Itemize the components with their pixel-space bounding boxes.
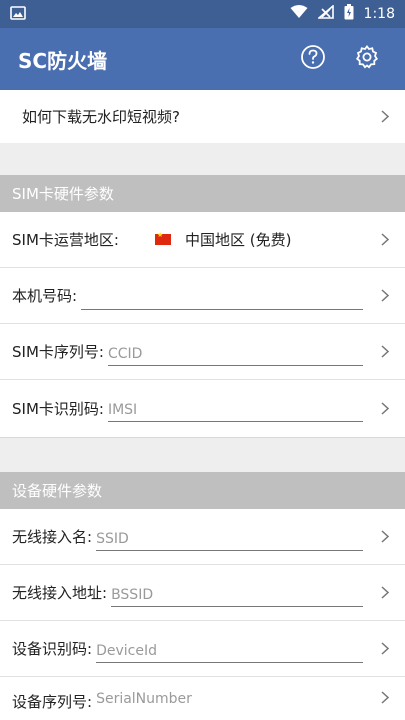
serial-label: 设备序列号: [12,693,93,711]
imsi-input[interactable]: IMSI [107,394,363,422]
app-title: SC防火墙 [18,48,108,73]
settings-button[interactable] [347,39,387,79]
settings-icon [354,44,380,74]
image-icon [10,5,26,24]
chevron-right-icon[interactable] [377,345,393,358]
bssid-row: 无线接入地址: BSSID [0,565,405,621]
phone-number-label: 本机号码: [12,287,78,305]
app-bar: SC防火墙 [0,28,405,90]
ccid-row: SIM卡序列号: CCID [0,324,405,380]
help-icon [300,44,326,74]
status-bar: 1:18 [0,0,405,28]
imsi-row: SIM卡识别码: IMSI [0,380,405,436]
ssid-label: 无线接入名: [12,528,93,546]
china-flag-icon [154,231,171,245]
chevron-right-icon[interactable] [377,586,393,599]
clock: 1:18 [363,6,395,22]
sim-section-header: SIM卡硬件参数 [0,175,405,212]
sim-carrier-value-wrap: 中国地区 (免费) [119,229,377,250]
chevron-right-icon[interactable] [377,691,393,704]
bssid-input[interactable]: BSSID [111,579,363,607]
device-id-row: 设备识别码: DeviceId [0,621,405,677]
chevron-right-icon [377,110,393,123]
battery-charging-icon [344,4,354,24]
serial-row: 设备序列号: SerialNumber [0,677,405,720]
sim-carrier-value: 中国地区 (免费) [184,231,292,249]
chevron-right-icon[interactable] [377,642,393,655]
bssid-label: 无线接入地址: [12,584,108,602]
tutorial-item[interactable]: 如何下载无水印短视频? [0,90,405,143]
device-section-header: 设备硬件参数 [0,472,405,509]
chevron-right-icon[interactable] [377,401,393,415]
wifi-icon [290,5,308,23]
sim-carrier-row[interactable]: SIM卡运营地区: 中国地区 (免费) [0,212,405,268]
sim-card: SIM卡运营地区: 中国地区 (免费) 本机号码: SIM卡序列号: CCID … [0,212,405,438]
device-card: 无线接入名: SSID 无线接入地址: BSSID 设备识别码: DeviceI… [0,509,405,720]
device-id-input[interactable]: DeviceId [96,635,363,663]
help-button[interactable] [293,39,333,79]
phone-number-input[interactable] [81,282,363,310]
ccid-label: SIM卡序列号: [12,343,104,361]
ssid-input[interactable]: SSID [96,523,363,551]
sim-carrier-label: SIM卡运营地区: [12,231,119,249]
tutorial-card: 如何下载无水印短视频? [0,90,405,143]
ccid-input[interactable]: CCID [107,338,363,366]
imsi-label: SIM卡识别码: [12,399,104,418]
chevron-right-icon [377,233,393,246]
signal-icon [316,4,334,23]
tutorial-label: 如何下载无水印短视频? [22,108,180,126]
chevron-right-icon[interactable] [377,289,393,302]
chevron-right-icon[interactable] [377,530,393,543]
phone-number-row: 本机号码: [0,268,405,324]
serial-input[interactable]: SerialNumber [96,691,363,710]
ssid-row: 无线接入名: SSID [0,509,405,565]
device-id-label: 设备识别码: [12,640,93,658]
